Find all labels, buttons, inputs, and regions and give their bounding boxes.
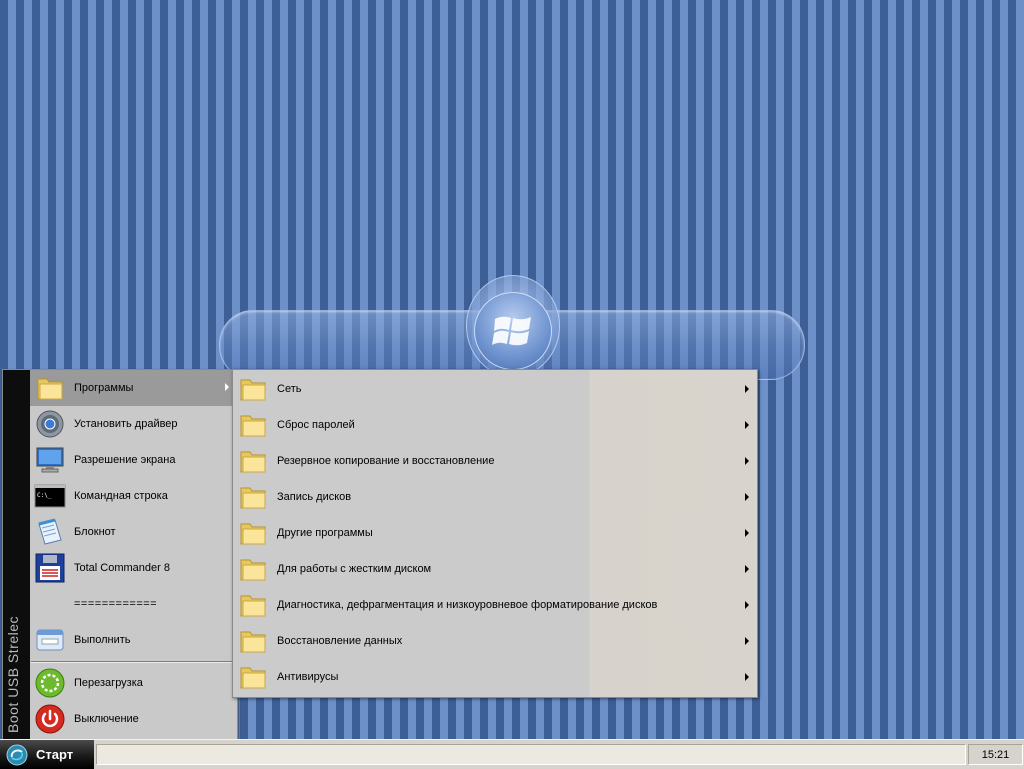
folder-icon (37, 378, 63, 400)
system-tray-clock[interactable]: 15:21 (968, 744, 1023, 765)
menu-item-label: Выключение (74, 713, 139, 725)
submenu-item-label: Сброс паролей (277, 419, 355, 431)
menu-item-label: Командная строка (74, 490, 168, 502)
menu-item-label: Установить драйвер (74, 418, 178, 430)
menu-side-strip: Boot USB Strelec (3, 370, 30, 739)
monitor-icon (36, 447, 64, 473)
submenu-item-disc-burning[interactable]: Запись дисков (233, 479, 757, 515)
menu-item-screen-resolution[interactable]: Разрешение экрана (30, 442, 237, 478)
menu-item-shutdown[interactable]: Выключение (30, 701, 237, 737)
taskbar-task-area[interactable] (96, 744, 966, 765)
submenu-arrow-icon (745, 673, 749, 681)
submenu-item-label: Восстановление данных (277, 635, 403, 647)
menu-item-label: Программы (74, 382, 134, 394)
folder-icon (240, 667, 266, 689)
submenu-item-label: Диагностика, дефрагментация и низкоуровн… (277, 599, 658, 611)
submenu-item-backup[interactable]: Резервное копирование и восстановление (233, 443, 757, 479)
menu-item-label: Total Commander 8 (74, 562, 170, 574)
notepad-icon (38, 518, 62, 545)
menu-item-label: Разрешение экрана (74, 454, 176, 466)
restart-icon (35, 668, 65, 698)
folder-icon (240, 451, 266, 473)
submenu-item-label: Антивирусы (277, 671, 339, 683)
menu-item-programs[interactable]: Программы (30, 370, 237, 406)
submenu-item-label: Сеть (277, 383, 302, 395)
submenu-arrow-icon (745, 637, 749, 645)
submenu-item-hard-disk[interactable]: Для работы с жестким диском (233, 551, 757, 587)
submenu-arrow-icon (745, 457, 749, 465)
folder-icon (240, 559, 266, 581)
menu-item-label: Перезагрузка (74, 677, 143, 689)
menu-item-notepad[interactable]: Блокнот (30, 514, 237, 550)
submenu-item-password-reset[interactable]: Сброс паролей (233, 407, 757, 443)
submenu-arrow-icon (225, 383, 229, 391)
folder-icon (240, 595, 266, 617)
menu-item-run[interactable]: Выполнить (30, 622, 237, 658)
menu-item-install-driver[interactable]: Установить драйвер (30, 406, 237, 442)
menu-item-label: Блокнот (74, 526, 116, 538)
submenu-item-label: Другие программы (277, 527, 373, 539)
menu-item-separator-text: ============ (30, 586, 237, 622)
start-button-label: Старт (36, 747, 74, 762)
clock-text: 15:21 (981, 748, 1010, 761)
submenu-item-antivirus[interactable]: Антивирусы (233, 659, 757, 695)
menu-item-label: Выполнить (74, 634, 131, 646)
menu-item-restart[interactable]: Перезагрузка (30, 665, 237, 701)
start-button[interactable]: Старт (0, 740, 94, 769)
submenu-item-diagnostics[interactable]: Диагностика, дефрагментация и низкоуровн… (233, 587, 757, 623)
menu-item-total-commander[interactable]: Total Commander 8 (30, 550, 237, 586)
folder-icon (240, 523, 266, 545)
submenu-arrow-icon (745, 421, 749, 429)
submenu-arrow-icon (745, 529, 749, 537)
menu-item-label: ============ (74, 598, 158, 610)
folder-icon (240, 379, 266, 401)
programs-submenu: Сеть Сброс паролей Резервное копирование… (232, 369, 758, 698)
submenu-arrow-icon (745, 385, 749, 393)
power-icon (35, 704, 65, 734)
submenu-arrow-icon (745, 565, 749, 573)
submenu-item-label: Резервное копирование и восстановление (277, 455, 495, 467)
submenu-arrow-icon (745, 493, 749, 501)
taskbar: Старт 15:21 (0, 739, 1024, 769)
folder-icon (240, 487, 266, 509)
floppy-disk-icon (35, 553, 65, 583)
submenu-item-network[interactable]: Сеть (233, 371, 757, 407)
start-menu: Boot USB Strelec Программы Установить др… (2, 369, 238, 740)
command-prompt-icon: C:\_ (34, 484, 66, 508)
windows-logo-icon (474, 292, 552, 370)
submenu-item-data-recovery[interactable]: Восстановление данных (233, 623, 757, 659)
submenu-item-label: Запись дисков (277, 491, 352, 503)
submenu-item-label: Для работы с жестким диском (277, 563, 432, 575)
menu-item-command-prompt[interactable]: C:\_ Командная строка (30, 478, 237, 514)
menu-separator (31, 661, 236, 663)
submenu-item-other-programs[interactable]: Другие программы (233, 515, 757, 551)
svg-text:C:\_: C:\_ (37, 492, 52, 499)
gear-driver-icon (36, 410, 64, 438)
folder-icon (240, 415, 266, 437)
submenu-arrow-icon (745, 601, 749, 609)
folder-icon (240, 631, 266, 653)
run-window-icon (36, 629, 64, 651)
start-orb-icon (6, 744, 28, 765)
menu-strip-label: Boot USB Strelec (5, 616, 21, 733)
